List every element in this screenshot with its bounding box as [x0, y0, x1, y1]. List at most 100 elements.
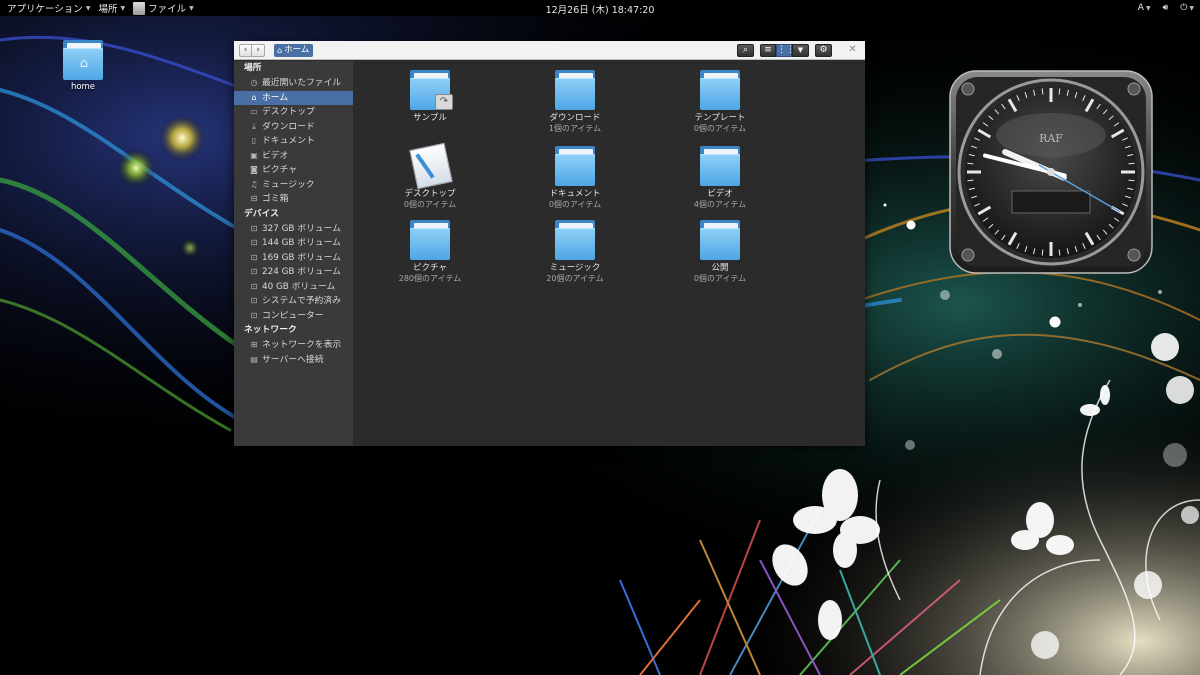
sidebar-item-home[interactable]: ⌂ ホーム	[234, 90, 353, 105]
analog-clock-widget[interactable]: RAF	[948, 69, 1154, 275]
sidebar-item-downloads[interactable]: ⤓ ダウンロード	[234, 120, 353, 135]
folder-icon	[697, 218, 743, 260]
applications-menu-label: アプリケーション	[7, 4, 83, 15]
view-options-button[interactable]: ▼	[792, 44, 809, 57]
sidebar-item-system-reserved[interactable]: ⊡ システムで予約済み	[234, 294, 353, 309]
sidebar-item-label: 224 GB ボリューム	[262, 267, 341, 277]
item-name: ビデオ	[707, 189, 733, 199]
sidebar-item-label: 最近開いたファイル	[262, 78, 342, 88]
home-icon: ⌂	[251, 92, 257, 102]
sidebar-item-volume[interactable]: ⊡ 40 GB ボリューム	[234, 280, 353, 295]
sidebar-item-trash[interactable]: ⊟ ゴミ箱	[234, 192, 353, 207]
sidebar-item-label: ダウンロード	[262, 121, 315, 132]
item-count: 0個のアイテム	[548, 200, 602, 209]
chevron-down-icon: ▼	[1189, 5, 1194, 12]
folder-item-public[interactable]: 公開 0個のアイテム	[665, 218, 775, 284]
chevron-down-icon: ▼	[797, 46, 804, 54]
chevron-down-icon: ▼	[189, 4, 194, 12]
sidebar-item-browse-network[interactable]: ⊞ ネットワークを表示	[234, 338, 353, 353]
folder-item-videos[interactable]: ビデオ 4個のアイテム	[665, 144, 775, 210]
folder-item-templates[interactable]: テンプレート 0個のアイテム	[665, 68, 775, 134]
applications-menu[interactable]: アプリケーション ▼	[3, 0, 94, 16]
drive-icon: ⊡	[250, 238, 258, 247]
folder-item-pictures[interactable]: ピクチャ 280個のアイテム	[375, 218, 485, 284]
item-name: ミュージック	[549, 263, 601, 273]
volume-icon[interactable]: 🔊︎	[1163, 3, 1169, 13]
grid-view-button[interactable]: ⋮⋮	[776, 44, 795, 57]
desktop-home-icon[interactable]: ⌂ home	[56, 38, 110, 92]
clock-minute-tick	[1041, 88, 1044, 95]
sidebar-item-volume[interactable]: ⊡ 224 GB ボリューム	[234, 265, 353, 280]
clock-button[interactable]: 12月26日 (木) 18:47:20	[546, 5, 655, 16]
sidebar-item-label: 40 GB ボリューム	[262, 281, 336, 292]
drive-icon: ⊡	[250, 267, 258, 276]
close-button[interactable]: ✕	[846, 44, 859, 57]
sidebar-item-volume[interactable]: ⊡ 327 GB ボリューム	[234, 222, 353, 237]
chevron-down-icon: ▼	[1145, 5, 1151, 12]
settings-menu-button[interactable]: ⚙	[815, 44, 832, 57]
sidebar-item-recent[interactable]: ◷ 最近開いたファイル	[234, 76, 353, 91]
sidebar-item-label: デスクトップ	[262, 107, 315, 117]
sidebar-item-label: ネットワークを表示	[262, 340, 342, 350]
item-name: 公開	[711, 263, 729, 273]
folder-icon	[552, 218, 598, 260]
sidebar-item-label: ビデオ	[262, 150, 289, 161]
sidebar-header-places: 場所	[244, 63, 262, 73]
path-bar-home-button[interactable]: ⌂ ホーム	[274, 44, 314, 57]
server-icon: ▤	[250, 354, 258, 364]
folder-icon	[697, 68, 743, 110]
status-area: A ▼ 🔊︎ ⏻ ▼	[1138, 0, 1194, 16]
item-name: サンプル	[413, 113, 447, 123]
folder-item-samples[interactable]: ↷ サンプル	[375, 68, 485, 123]
sidebar-item-label: コンピューター	[262, 310, 324, 321]
sidebar-item-connect-server[interactable]: ▤ サーバーへ接続	[234, 353, 353, 368]
input-method-indicator[interactable]: A ▼	[1138, 3, 1151, 13]
sidebar-item-music[interactable]: ♫ ミュージック	[234, 178, 353, 193]
search-button[interactable]: ⌕	[737, 44, 754, 57]
sidebar-item-label: ミュージック	[262, 179, 315, 190]
clock-minute-tick	[1128, 179, 1135, 182]
places-menu[interactable]: 場所 ▼	[94, 0, 129, 16]
forward-button[interactable]: ›	[252, 44, 265, 57]
clock-minute-tick	[1128, 162, 1135, 165]
sidebar-item-volume[interactable]: ⊡ 169 GB ボリューム	[234, 251, 353, 266]
files-app-menu[interactable]: ファイル ▼	[129, 0, 198, 16]
folder-icon	[552, 144, 598, 186]
desktop-home-label: home	[70, 82, 96, 92]
clock-brand-text: RAF	[1039, 132, 1063, 145]
places-sidebar: 場所 ◷ 最近開いたファイル ⌂ ホーム ▭ デスクトップ ⤓ ダウンロード ▯ ドキュメ…	[234, 61, 353, 446]
sidebar-item-computer[interactable]: ⊡ コンピューター	[234, 309, 353, 324]
files-app-icon	[133, 1, 146, 15]
sidebar-item-label: 169 GB ボリューム	[262, 252, 341, 263]
power-menu[interactable]: ⏻ ▼	[1180, 3, 1194, 13]
folder-item-documents[interactable]: ドキュメント 0個のアイテム	[520, 144, 630, 210]
path-bar-label: ホーム	[284, 45, 310, 55]
folder-item-downloads[interactable]: ダウンロード 1個のアイテム	[520, 68, 630, 134]
sidebar-item-volume[interactable]: ⊡ 144 GB ボリューム	[234, 236, 353, 251]
sidebar-item-label: 327 GB ボリューム	[262, 223, 341, 234]
folder-icon	[407, 218, 453, 260]
chevron-right-icon: ›	[256, 45, 260, 55]
folder-item-music[interactable]: ミュージック 20個のアイテム	[520, 218, 630, 284]
drive-icon: ⊡	[250, 310, 258, 320]
back-button[interactable]: ‹	[239, 44, 252, 57]
list-view-button[interactable]: ≡	[760, 44, 776, 57]
clock-minute-tick	[967, 179, 974, 182]
symlink-emblem-icon: ↷	[435, 94, 453, 110]
folder-icon	[697, 144, 743, 186]
clock-minute-tick	[1058, 88, 1061, 95]
home-icon: ⌂	[277, 46, 283, 55]
download-icon: ⤓	[252, 121, 256, 131]
music-icon: ♫	[250, 179, 258, 189]
network-icon: ⊞	[250, 340, 258, 349]
sidebar-item-videos[interactable]: ▣ ビデオ	[234, 149, 353, 164]
sidebar-item-documents[interactable]: ▯ ドキュメント	[234, 134, 353, 149]
folder-item-desktop[interactable]: デスクトップ 0個のアイテム	[375, 142, 485, 210]
clock-icon: ◷	[250, 78, 258, 87]
home-folder-icon: ⌂	[60, 38, 106, 80]
sidebar-item-label: システムで予約済み	[262, 296, 341, 306]
drive-icon: ⊡	[250, 252, 258, 262]
sidebar-item-pictures[interactable]: ◙ ピクチャ	[234, 163, 353, 178]
sidebar-item-desktop[interactable]: ▭ デスクトップ	[234, 105, 353, 120]
item-name: ピクチャ	[413, 263, 447, 273]
